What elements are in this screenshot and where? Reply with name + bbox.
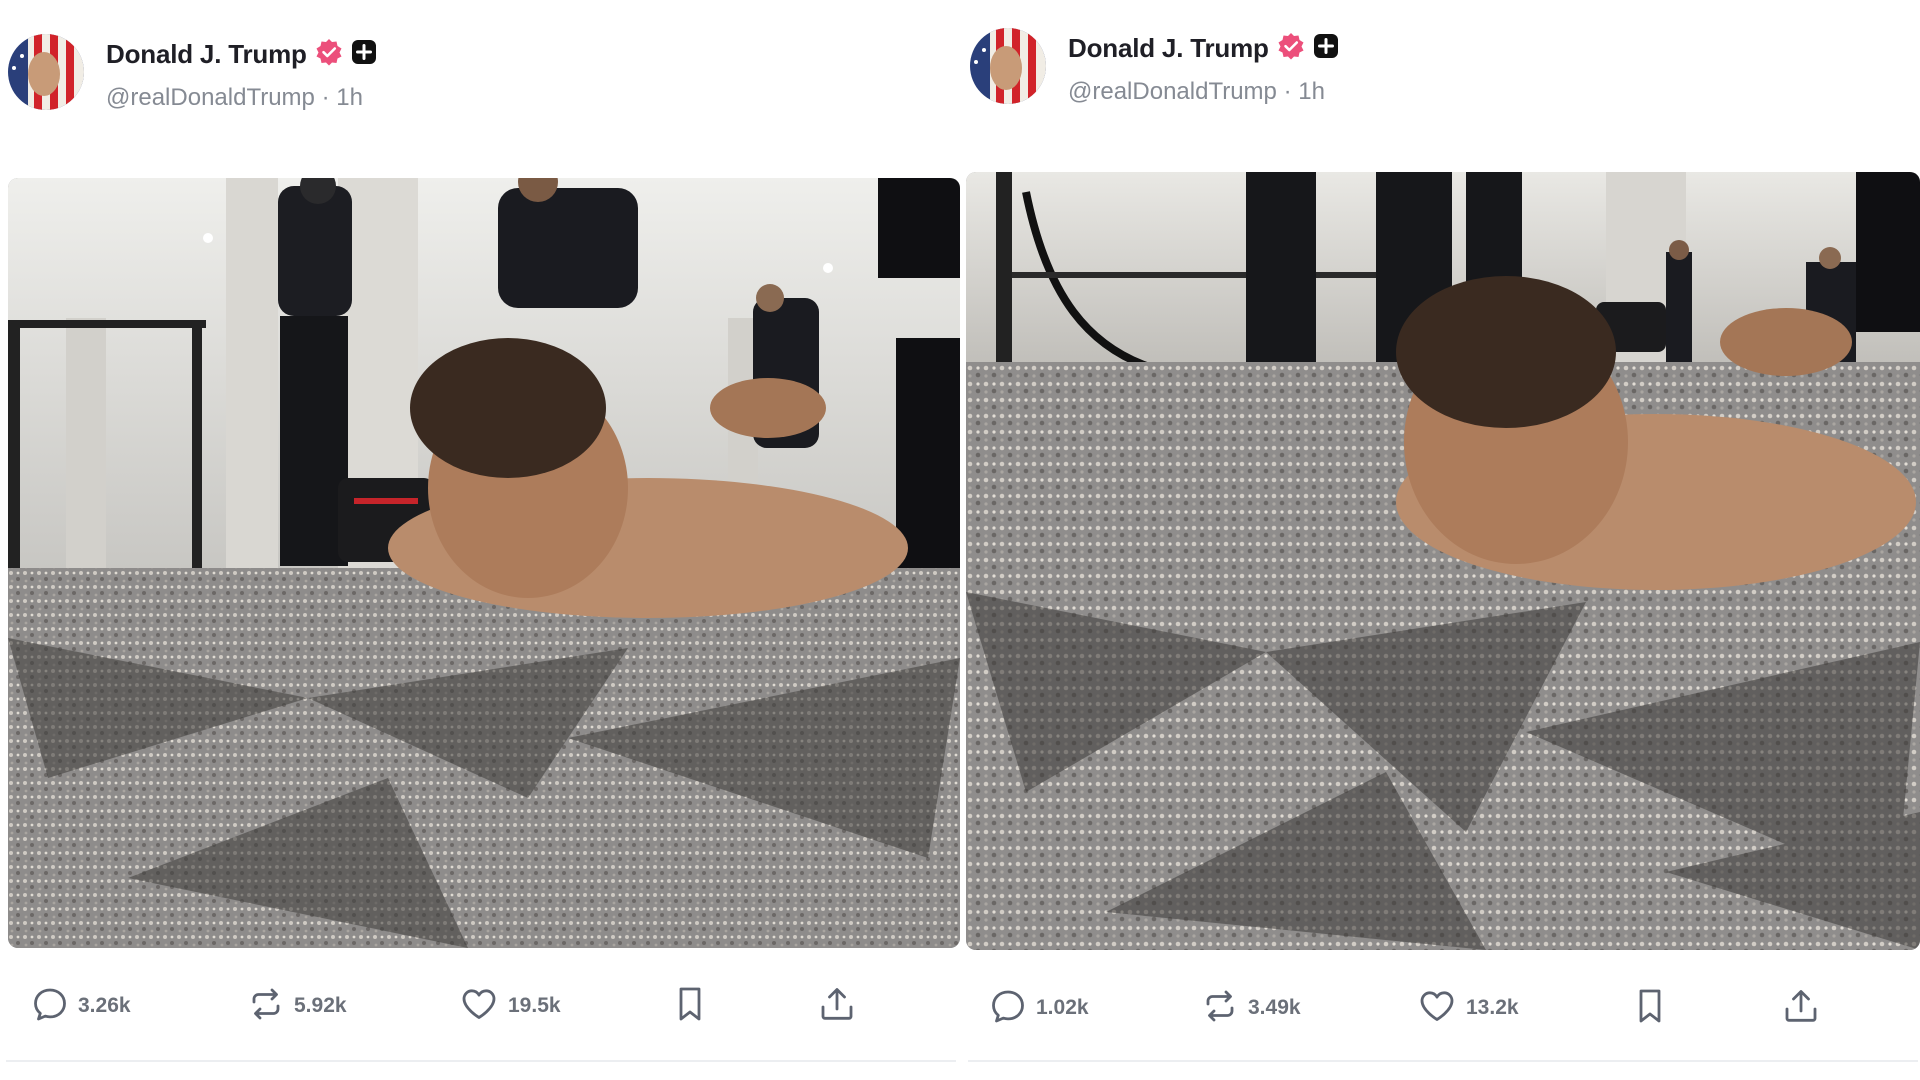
like-count: 19.5k <box>508 994 561 1017</box>
display-name-row: Donald J. Trump <box>106 38 377 71</box>
post-header: Donald J. Trump @realDonaldTrump · 1h <box>970 24 1870 114</box>
bookmark-icon <box>674 985 706 1028</box>
reply-bubble-icon <box>32 986 68 1027</box>
display-name-row: Donald J. Trump <box>1068 32 1339 65</box>
handle[interactable]: @realDonaldTrump <box>106 84 315 111</box>
heart-icon <box>460 986 498 1027</box>
retruth-count: 3.49k <box>1248 996 1301 1019</box>
repost-arrows-icon <box>248 986 284 1027</box>
like-button[interactable]: 13.2k <box>1418 980 1519 1036</box>
reply-button[interactable]: 3.26k <box>32 978 131 1034</box>
reply-count: 1.02k <box>1036 996 1089 1019</box>
verified-badge-icon <box>1277 32 1305 65</box>
handle[interactable]: @realDonaldTrump <box>1068 78 1277 105</box>
share-button[interactable] <box>1782 980 1820 1036</box>
reply-bubble-icon <box>990 988 1026 1029</box>
reply-count: 3.26k <box>78 994 131 1017</box>
truth-post: Donald J. Trump @realDonaldTrump · 1h <box>962 0 1920 1080</box>
retruth-count: 5.92k <box>294 994 347 1017</box>
like-button[interactable]: 19.5k <box>460 978 561 1034</box>
bookmark-button[interactable] <box>674 978 706 1034</box>
like-count: 13.2k <box>1466 996 1519 1019</box>
separator: · <box>1283 78 1292 105</box>
truth-post: Donald J. Trump @realDonaldTrump · 1h <box>0 0 960 1080</box>
post-time[interactable]: 1h <box>336 84 363 111</box>
reply-button[interactable]: 1.02k <box>990 980 1089 1036</box>
post-header: Donald J. Trump @realDonaldTrump · 1h <box>8 30 908 120</box>
retruth-button[interactable]: 5.92k <box>248 978 347 1034</box>
post-divider <box>6 1060 956 1062</box>
post-photo[interactable] <box>8 178 960 948</box>
bookmark-icon <box>1634 987 1666 1030</box>
handle-row: @realDonaldTrump · 1h <box>106 84 363 112</box>
share-upload-icon <box>818 985 856 1028</box>
bookmark-button[interactable] <box>1634 980 1666 1036</box>
display-name[interactable]: Donald J. Trump <box>106 39 307 70</box>
post-action-bar: 3.26k 5.92k 19.5k <box>0 978 958 1034</box>
post-action-bar: 1.02k 3.49k 13.2k <box>962 980 1920 1036</box>
separator: · <box>321 84 330 111</box>
plus-square-icon <box>351 39 377 70</box>
repost-arrows-icon <box>1202 988 1238 1029</box>
avatar[interactable] <box>8 34 84 110</box>
share-upload-icon <box>1782 987 1820 1030</box>
post-time[interactable]: 1h <box>1298 78 1325 105</box>
post-divider <box>968 1060 1918 1062</box>
handle-row: @realDonaldTrump · 1h <box>1068 78 1325 106</box>
heart-icon <box>1418 988 1456 1029</box>
verified-badge-icon <box>315 38 343 71</box>
share-button[interactable] <box>818 978 856 1034</box>
post-photo[interactable] <box>966 172 1920 950</box>
avatar[interactable] <box>970 28 1046 104</box>
display-name[interactable]: Donald J. Trump <box>1068 33 1269 64</box>
retruth-button[interactable]: 3.49k <box>1202 980 1301 1036</box>
plus-square-icon <box>1313 33 1339 64</box>
